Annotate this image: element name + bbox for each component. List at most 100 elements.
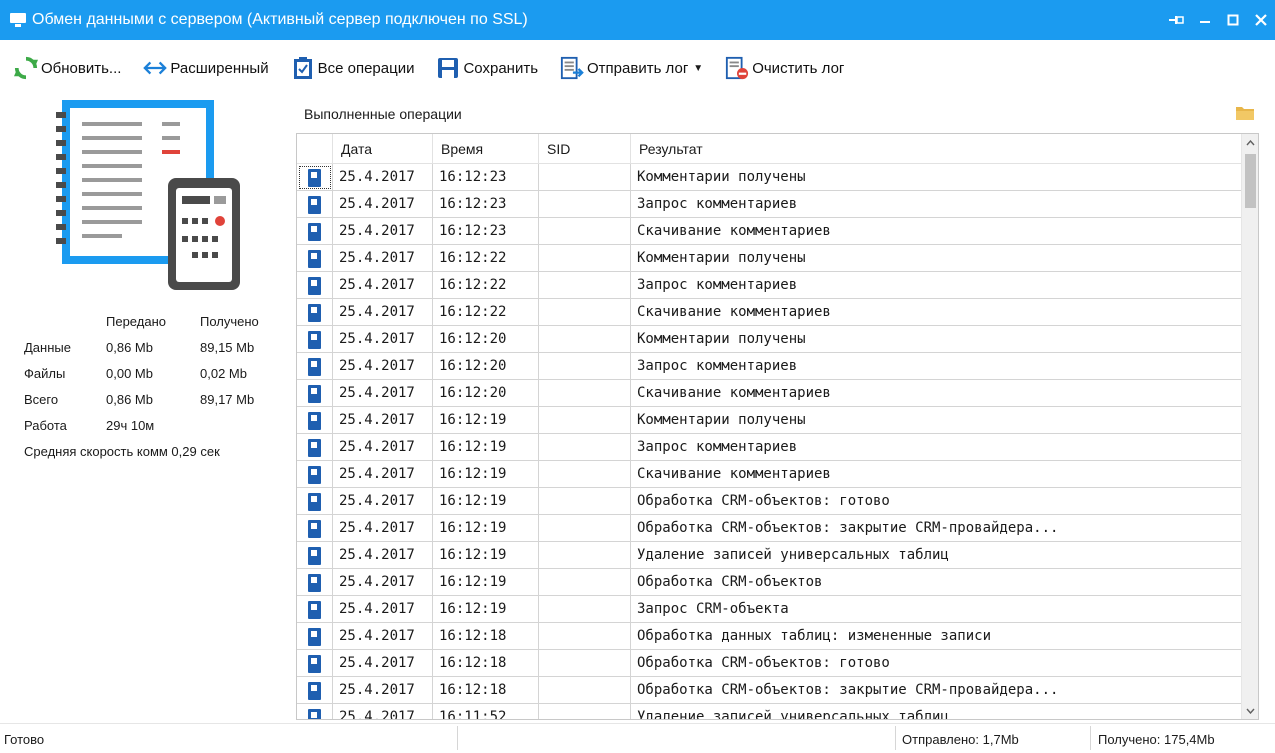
- table-cell-time: 16:12:22: [433, 299, 539, 326]
- table-row[interactable]: 25.4.2017 16:12:19 Скачивание комментариев: [297, 461, 1242, 488]
- stats-row-sent: 0,86 Mb: [106, 392, 153, 407]
- save-button[interactable]: Сохранить: [428, 50, 546, 86]
- table-row[interactable]: 25.4.2017 16:12:20 Запрос комментариев: [297, 353, 1242, 380]
- table-row[interactable]: 25.4.2017 16:12:22 Комментарии получены: [297, 245, 1242, 272]
- table-row[interactable]: 25.4.2017 16:12:19 Обработка CRM-объектов: [297, 569, 1242, 596]
- maximize-button[interactable]: [1219, 0, 1247, 40]
- table-cell-sid: [539, 434, 631, 461]
- table-cell-result: Скачивание комментариев: [637, 466, 831, 482]
- monitor-icon: [10, 13, 26, 27]
- table-row[interactable]: 25.4.2017 16:12:18 Обработка CRM-объектов:…: [297, 650, 1242, 677]
- status-divider: [1090, 726, 1091, 750]
- stats-row: Данные 0,86 Mb 89,15 Mb: [0, 340, 300, 366]
- table-row[interactable]: 25.4.2017 16:12:23 Комментарии получены: [297, 164, 1242, 191]
- table-cell-time: 16:12:19: [433, 461, 539, 488]
- table-row[interactable]: 25.4.2017 16:12:18 Обработка данных таблиц…: [297, 623, 1242, 650]
- table-cell-sid: [539, 299, 631, 326]
- column-header-icon[interactable]: [297, 134, 333, 164]
- close-button[interactable]: [1247, 0, 1275, 40]
- table-cell-time: 16:12:20: [433, 353, 539, 380]
- table-cell-icon: [297, 623, 333, 650]
- window-controls: [1163, 0, 1275, 40]
- stats-row-received: 0,02 Mb: [200, 366, 247, 381]
- log-entry-icon: [308, 357, 321, 376]
- log-entry-icon: [308, 168, 321, 187]
- table-cell-date: 25.4.2017: [333, 353, 433, 380]
- column-header-sid[interactable]: SID: [539, 134, 631, 164]
- column-header-date[interactable]: Дата: [333, 134, 433, 164]
- table-row[interactable]: 25.4.2017 16:12:22 Скачивание комментариев: [297, 299, 1242, 326]
- operations-title: Выполненные операции: [304, 106, 462, 122]
- table-cell-icon: [297, 272, 333, 299]
- vertical-scrollbar[interactable]: [1241, 134, 1258, 719]
- table-row[interactable]: 25.4.2017 16:12:20 Комментарии получены: [297, 326, 1242, 353]
- table-cell-sid: [539, 218, 631, 245]
- clipboard-check-icon: [291, 56, 315, 80]
- status-text: Готово: [4, 732, 45, 747]
- table-cell-date: 25.4.2017: [333, 542, 433, 569]
- table-cell-icon: [297, 380, 333, 407]
- table-cell-result: Комментарии получены: [637, 331, 806, 347]
- extended-button[interactable]: Расширенный: [135, 50, 276, 86]
- table-cell-date: 25.4.2017: [333, 569, 433, 596]
- table-row[interactable]: 25.4.2017 16:12:19 Запрос комментариев: [297, 434, 1242, 461]
- table-cell-time: 16:12:23: [433, 218, 539, 245]
- table-cell-result: Обработка CRM-объектов: закрытие CRM-про…: [637, 682, 1059, 698]
- scroll-up-arrow[interactable]: [1242, 134, 1258, 151]
- table-row[interactable]: 25.4.2017 16:12:19 Комментарии получены: [297, 407, 1242, 434]
- clear-log-icon: [725, 56, 749, 80]
- all-operations-button[interactable]: Все операции: [283, 50, 423, 86]
- pin-icon[interactable]: [1163, 0, 1191, 40]
- status-sent: Отправлено: 1,7Mb: [902, 732, 1019, 747]
- log-entry-icon: [308, 276, 321, 295]
- table-cell-sid: [539, 704, 631, 719]
- table-cell-result: Запрос комментариев: [637, 277, 798, 293]
- table-cell-time: 16:11:52: [433, 704, 539, 719]
- table-row[interactable]: 25.4.2017 16:12:19 Удаление записей универ…: [297, 542, 1242, 569]
- table-row[interactable]: 25.4.2017 16:12:22 Запрос комментариев: [297, 272, 1242, 299]
- table-cell-result: Запрос CRM-объекта: [637, 601, 789, 617]
- scrollbar-thumb[interactable]: [1245, 154, 1256, 208]
- table-row[interactable]: 25.4.2017 16:12:19 Запрос CRM-объекта: [297, 596, 1242, 623]
- log-entry-icon: [308, 492, 321, 511]
- scroll-down-arrow[interactable]: [1242, 702, 1258, 719]
- table-row[interactable]: 25.4.2017 16:11:52 Удаление записей универ…: [297, 704, 1242, 719]
- table-cell-icon: [297, 407, 333, 434]
- clear-log-button[interactable]: Очистить лог: [717, 50, 852, 86]
- table-cell-result: Запрос комментариев: [637, 196, 798, 212]
- minimize-button[interactable]: [1191, 0, 1219, 40]
- send-log-button[interactable]: Отправить лог ▼: [552, 50, 711, 86]
- stats-row-sent: 29ч 10м: [106, 418, 155, 433]
- transfer-stats: Передано Получено Данные 0,86 Mb 89,15 M…: [0, 314, 300, 470]
- table-row[interactable]: 25.4.2017 16:12:19 Обработка CRM-объектов:…: [297, 515, 1242, 542]
- table-cell-time: 16:12:23: [433, 164, 539, 191]
- column-header-result[interactable]: Результат: [631, 134, 1242, 164]
- refresh-label: Обновить...: [41, 59, 122, 77]
- table-cell-sid: [539, 623, 631, 650]
- table-row[interactable]: 25.4.2017 16:12:20 Скачивание комментариев: [297, 380, 1242, 407]
- table-row[interactable]: 25.4.2017 16:12:23 Запрос комментариев: [297, 191, 1242, 218]
- table-cell-icon: [297, 569, 333, 596]
- table-cell-date: 25.4.2017: [333, 326, 433, 353]
- log-entry-icon: [308, 222, 321, 241]
- table-cell-date: 25.4.2017: [333, 623, 433, 650]
- table-cell-time: 16:12:19: [433, 515, 539, 542]
- column-header-time[interactable]: Время: [433, 134, 539, 164]
- stats-row-label: Всего: [24, 392, 59, 407]
- table-cell-result: Комментарии получены: [637, 250, 806, 266]
- table-cell-sid: [539, 245, 631, 272]
- refresh-button[interactable]: Обновить...: [6, 50, 129, 86]
- table-cell-icon: [297, 434, 333, 461]
- table-cell-time: 16:12:23: [433, 191, 539, 218]
- table-row[interactable]: 25.4.2017 16:12:23 Скачивание комментариев: [297, 218, 1242, 245]
- table-row[interactable]: 25.4.2017 16:12:18 Обработка CRM-объектов:…: [297, 677, 1242, 704]
- chevron-down-icon[interactable]: ▼: [693, 63, 703, 74]
- table-cell-result: Комментарии получены: [637, 169, 806, 185]
- table-cell-date: 25.4.2017: [333, 677, 433, 704]
- table-cell-result: Обработка CRM-объектов: готово: [637, 493, 890, 509]
- table-row[interactable]: 25.4.2017 16:12:19 Обработка CRM-объектов:…: [297, 488, 1242, 515]
- extended-label: Расширенный: [170, 59, 269, 77]
- operations-table[interactable]: Дата Время SID Результат 25.4.2017 16:12:…: [296, 133, 1259, 720]
- folder-icon[interactable]: [1235, 104, 1255, 122]
- log-entry-icon: [308, 681, 321, 700]
